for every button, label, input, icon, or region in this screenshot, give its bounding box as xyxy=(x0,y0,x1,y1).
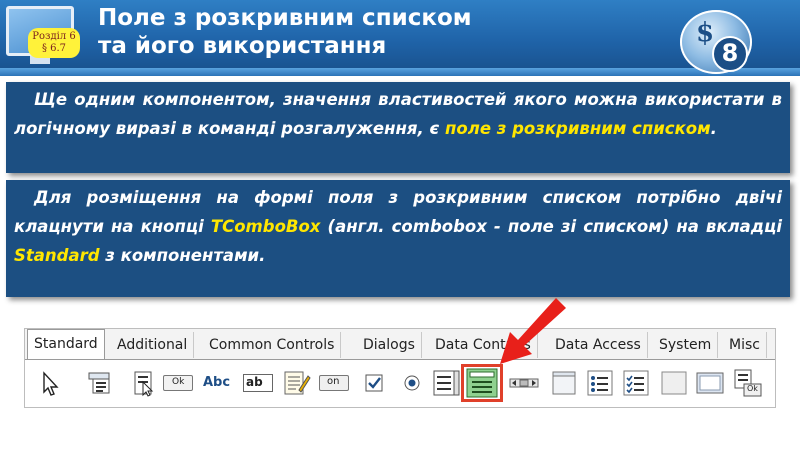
red-arrow-icon xyxy=(500,298,566,364)
toggle-box-label: on xyxy=(327,376,340,387)
popup-menu-icon[interactable] xyxy=(129,368,159,398)
slide-header: Розділ 6 § 6.7 Поле з розкривним списком… xyxy=(0,0,800,76)
button-icon[interactable]: Ok xyxy=(163,368,193,398)
text-panel-2: Для розміщення на формі поля з розкривни… xyxy=(6,180,790,297)
panel-2-text-3: з компонентами. xyxy=(99,246,266,265)
toggle-box-icon[interactable]: on xyxy=(319,368,349,398)
component-palette: Standard Additional Common Controls Dial… xyxy=(24,328,776,408)
slide-title: Поле з розкривним списком та його викори… xyxy=(98,4,618,60)
title-line-1: Поле з розкривним списком xyxy=(98,5,472,31)
panel-1-end: . xyxy=(710,119,717,138)
label-icon[interactable]: Abc xyxy=(203,368,233,398)
palette-tabs: Standard Additional Common Controls Dial… xyxy=(25,329,775,359)
memo-icon[interactable] xyxy=(281,368,311,398)
groupbox-icon[interactable] xyxy=(549,368,579,398)
tab-dialogs[interactable]: Dialogs xyxy=(357,332,422,358)
pointer-icon[interactable] xyxy=(35,368,65,398)
tab-misc[interactable]: Misc xyxy=(723,332,767,358)
listbox-icon[interactable] xyxy=(431,368,461,398)
tab-system[interactable]: System xyxy=(653,332,719,358)
panel-2-highlight-standard: Standard xyxy=(14,246,100,265)
label-icon-label: Abc xyxy=(203,375,231,390)
panel-2-paragraph: Для розміщення на формі поля з розкривни… xyxy=(14,183,782,270)
action-list-label: Ok xyxy=(747,384,758,393)
main-menu-icon[interactable] xyxy=(85,368,115,398)
edit-icon[interactable]: ab xyxy=(243,368,273,398)
panel-icon[interactable] xyxy=(659,368,689,398)
panel-2-text-2: (англ. combobox - поле зі списком) на вк… xyxy=(320,217,783,236)
tab-standard[interactable]: Standard xyxy=(27,329,105,359)
panel-2-highlight-tcombobox: TComboBox xyxy=(210,217,321,236)
grade-logo: $ 8 xyxy=(676,6,766,76)
edit-icon-label: ab xyxy=(246,375,263,389)
tab-common-controls[interactable]: Common Controls xyxy=(203,332,342,358)
button-icon-label: Ok xyxy=(172,377,185,387)
panel-1-paragraph: Ще одним компонентом, значення властивос… xyxy=(14,85,782,143)
title-line-2: та його використання xyxy=(98,33,387,59)
section-badge: Розділ 6 § 6.7 xyxy=(28,28,80,58)
palette-tool-row: Ok Abc ab on Ok xyxy=(25,359,775,407)
dollar-icon: $ xyxy=(696,18,715,48)
radio-button-icon[interactable] xyxy=(397,368,427,398)
scrollbar-icon[interactable] xyxy=(509,368,539,398)
paragraph-label: § 6.7 xyxy=(41,43,67,54)
action-list-icon[interactable]: Ok xyxy=(733,368,763,398)
checkbox-icon[interactable] xyxy=(359,368,389,398)
check-group-icon[interactable] xyxy=(621,368,651,398)
panel-1-highlight: поле з розкривним списком xyxy=(445,119,711,138)
text-panel-1: Ще одним компонентом, значення властивос… xyxy=(6,82,790,173)
section-label: Розділ 6 xyxy=(32,31,76,42)
frame-icon[interactable] xyxy=(695,368,725,398)
radio-group-icon[interactable] xyxy=(585,368,615,398)
grade-number: 8 xyxy=(712,36,748,72)
tab-additional[interactable]: Additional xyxy=(111,332,195,358)
